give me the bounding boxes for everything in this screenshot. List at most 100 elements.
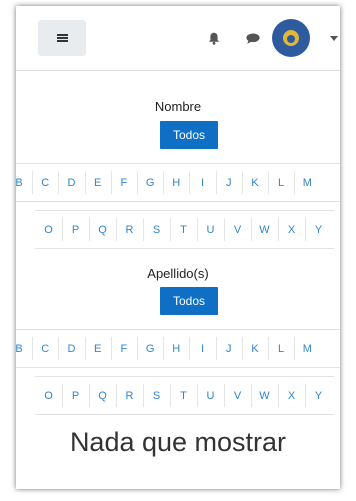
letter-separator	[143, 218, 144, 241]
letter-link-m[interactable]: M	[294, 330, 320, 367]
letter-link-q[interactable]: Q	[89, 211, 116, 248]
letter-separator	[137, 171, 138, 194]
letter-link-v[interactable]: V	[224, 211, 251, 248]
letter-link-y[interactable]: Y	[305, 377, 332, 414]
letter-link-d[interactable]: D	[58, 330, 84, 367]
mobile-screen: Nombre Todos BCDEFGHIJKLM OPQRSTUVWXY Ap…	[16, 6, 340, 489]
last-name-label: Apellido(s)	[147, 266, 209, 281]
letter-link-b[interactable]: B	[16, 330, 32, 367]
letter-link-r[interactable]: R	[116, 211, 143, 248]
letter-link-k[interactable]: K	[242, 164, 268, 201]
letter-link-q[interactable]: Q	[89, 377, 116, 414]
letter-link-x[interactable]: X	[278, 377, 305, 414]
letter-link-e[interactable]: E	[85, 164, 111, 201]
letter-link-k[interactable]: K	[242, 330, 268, 367]
letter-link-d[interactable]: D	[58, 164, 84, 201]
letter-link-s[interactable]: S	[143, 211, 170, 248]
letter-separator	[89, 384, 90, 407]
first-name-letters-row-1: BCDEFGHIJKLM	[16, 163, 340, 202]
letter-separator	[224, 218, 225, 241]
first-name-label: Nombre	[154, 99, 202, 114]
letter-link-x[interactable]: X	[278, 211, 305, 248]
letter-separator	[32, 337, 34, 360]
letter-link-t[interactable]: T	[170, 377, 197, 414]
letter-separator	[189, 171, 191, 194]
letter-link-g[interactable]: G	[137, 164, 163, 201]
letter-link-w[interactable]: W	[251, 377, 278, 414]
letter-link-p[interactable]: P	[62, 377, 89, 414]
letter-link-t[interactable]: T	[170, 211, 197, 248]
chat-bubble-icon[interactable]	[246, 33, 260, 44]
letter-separator	[58, 337, 60, 360]
letter-separator	[62, 384, 63, 407]
letter-separator	[305, 218, 306, 241]
letter-link-c[interactable]: C	[32, 330, 58, 367]
empty-state-message: Nada que mostrar	[69, 427, 287, 457]
letter-separator	[251, 384, 252, 407]
letter-separator	[215, 171, 217, 194]
letter-link-l[interactable]: L	[268, 330, 294, 367]
letter-separator	[189, 337, 191, 360]
letter-link-u[interactable]: U	[197, 377, 224, 414]
letter-link-f[interactable]: F	[111, 164, 137, 201]
letter-link-f[interactable]: F	[111, 330, 137, 367]
user-avatar[interactable]	[272, 19, 310, 57]
first-name-all-button[interactable]: Todos	[160, 121, 218, 149]
letter-separator	[116, 384, 117, 407]
letter-link-e[interactable]: E	[85, 330, 111, 367]
letter-separator	[241, 337, 243, 360]
letter-link-h[interactable]: H	[163, 164, 189, 201]
letter-separator	[294, 171, 296, 194]
bell-icon[interactable]	[208, 32, 220, 45]
letter-separator	[241, 171, 243, 194]
letter-link-o[interactable]: O	[35, 211, 62, 248]
letter-separator	[215, 337, 217, 360]
top-navbar	[16, 6, 340, 71]
letter-separator	[170, 384, 171, 407]
letter-separator	[278, 218, 279, 241]
first-name-letters-row-2: OPQRSTUVWXY	[35, 210, 334, 249]
letter-separator	[305, 384, 306, 407]
last-name-all-button[interactable]: Todos	[160, 287, 218, 315]
letter-link-s[interactable]: S	[143, 377, 170, 414]
letter-separator	[110, 171, 112, 194]
letter-link-j[interactable]: J	[216, 164, 242, 201]
letter-link-p[interactable]: P	[62, 211, 89, 248]
letter-separator	[197, 384, 198, 407]
letter-link-y[interactable]: Y	[305, 211, 332, 248]
letter-separator	[251, 218, 252, 241]
letter-link-h[interactable]: H	[163, 330, 189, 367]
letter-link-w[interactable]: W	[251, 211, 278, 248]
letter-separator	[268, 337, 269, 360]
letter-separator	[197, 218, 198, 241]
letter-link-j[interactable]: J	[216, 330, 242, 367]
letter-separator	[278, 384, 279, 407]
letter-link-i[interactable]: I	[189, 164, 215, 201]
letter-link-c[interactable]: C	[32, 164, 58, 201]
menu-button[interactable]	[38, 20, 86, 56]
chevron-down-icon[interactable]	[330, 36, 338, 41]
letter-separator	[58, 171, 60, 194]
letter-link-u[interactable]: U	[197, 211, 224, 248]
letter-link-v[interactable]: V	[224, 377, 251, 414]
letter-separator	[163, 337, 165, 360]
letter-separator	[224, 384, 225, 407]
letter-separator	[163, 171, 165, 194]
letter-link-l[interactable]: L	[268, 164, 294, 201]
letter-separator	[110, 337, 112, 360]
letter-separator	[143, 384, 144, 407]
letter-link-g[interactable]: G	[137, 330, 163, 367]
initials-bar-panel: Nombre Todos BCDEFGHIJKLM OPQRSTUVWXY Ap…	[16, 71, 340, 489]
letter-separator	[62, 218, 63, 241]
letter-link-m[interactable]: M	[294, 164, 320, 201]
last-name-letters-row-2: OPQRSTUVWXY	[35, 376, 334, 415]
letter-link-b[interactable]: B	[16, 164, 32, 201]
letter-separator	[84, 337, 86, 360]
hamburger-icon	[56, 34, 68, 42]
letter-link-o[interactable]: O	[35, 377, 62, 414]
letter-link-i[interactable]: I	[189, 330, 215, 367]
letter-link-r[interactable]: R	[116, 377, 143, 414]
letter-separator	[137, 337, 138, 360]
letter-separator	[294, 337, 296, 360]
letter-separator	[89, 218, 90, 241]
